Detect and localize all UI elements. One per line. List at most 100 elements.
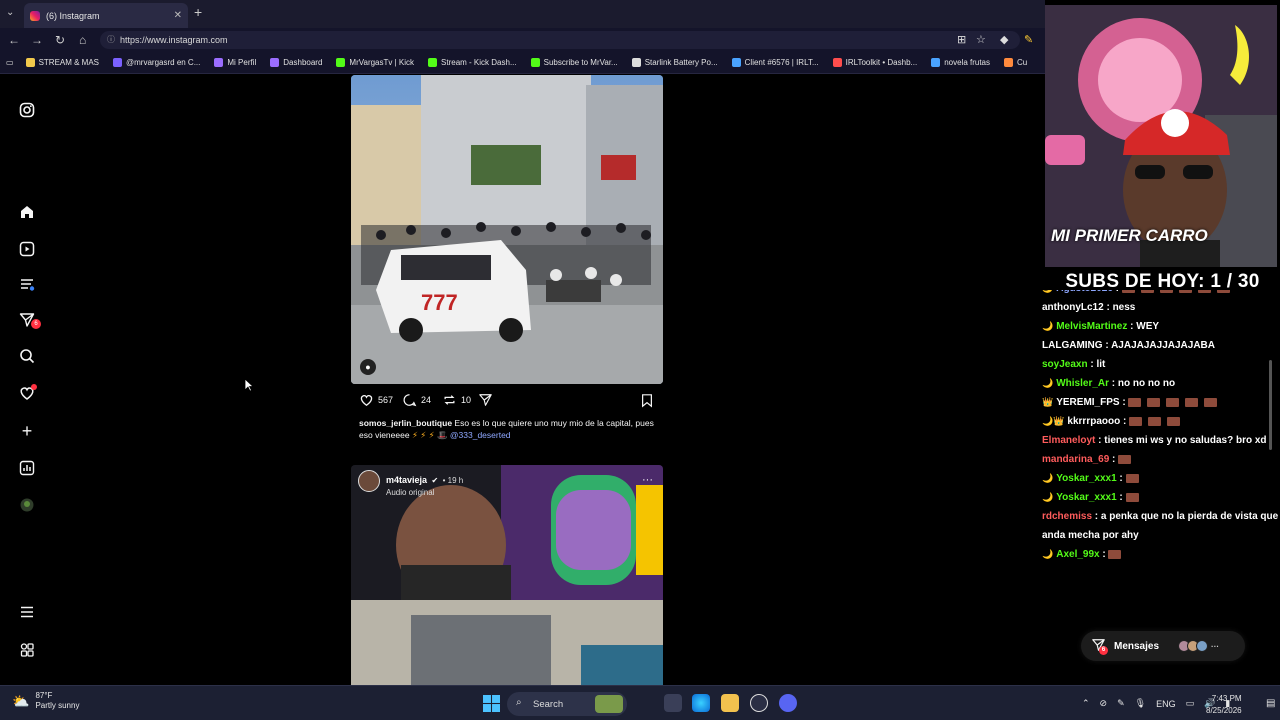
heart-icon[interactable] (18, 384, 37, 403)
notification-center-icon[interactable]: ▤ (1266, 698, 1275, 709)
bookmarks-sidebar-icon[interactable]: ▭ (6, 58, 14, 67)
chat-emote-icon (1167, 416, 1181, 426)
bookmark-favicon-icon (631, 58, 641, 67)
weather-widget[interactable]: ⛅ 87°F Partly sunny (12, 691, 79, 711)
post-image[interactable]: 777 ● (351, 75, 663, 384)
tab-list-chevron-icon[interactable]: ⌄ (6, 7, 14, 18)
bookmark-item[interactable]: Subscribe to MrVar... (530, 58, 618, 67)
chat-scrollbar[interactable] (1268, 300, 1274, 685)
edge-browser-icon[interactable] (692, 694, 710, 712)
extension-pen-icon[interactable]: ✎ (1024, 33, 1033, 46)
chat-emote-icon (1178, 290, 1192, 293)
obs-icon[interactable] (750, 694, 768, 712)
bookmark-item[interactable]: Stream - Kick Dash... (428, 58, 517, 67)
reload-icon[interactable]: ↻ (55, 33, 65, 47)
verified-badge-icon: ✔ (431, 476, 439, 485)
home-browser-icon[interactable]: ⌂ (79, 33, 86, 47)
chat-username: anthonyLc12 (1042, 302, 1104, 313)
extension-icon[interactable]: ◆ (1000, 33, 1008, 46)
address-bar[interactable]: ⓘ https://www.instagram.com (100, 31, 1020, 49)
repost-button[interactable]: 10 (442, 393, 471, 407)
bookmark-item[interactable]: Mi Perfil (214, 58, 256, 67)
feed-icon[interactable] (18, 276, 36, 294)
taskbar-clock[interactable]: 7:43 PM 8/25/2026 (1206, 693, 1242, 717)
bookmark-favicon-icon (25, 58, 35, 67)
like-button[interactable]: 567 (359, 393, 393, 407)
plus-icon[interactable]: + (18, 422, 36, 440)
partly-sunny-icon: ⛅ (12, 692, 30, 709)
bookmark-item[interactable]: Dashboard (270, 58, 322, 67)
share-button[interactable] (478, 393, 493, 407)
new-tab-plus-icon[interactable]: + (194, 4, 202, 20)
menu-icon[interactable] (18, 604, 36, 622)
reels-icon[interactable] (18, 241, 36, 259)
comment-button[interactable]: 24 (402, 393, 431, 407)
chat-text: WEY (1136, 321, 1160, 332)
search-icon[interactable] (18, 348, 36, 366)
chat-badge-icon: 🌙👑 (1042, 416, 1065, 426)
network-icon[interactable]: ▭ (1186, 698, 1195, 709)
bookmark-item[interactable]: STREAM & MAS (25, 58, 99, 67)
reader-mode-icon[interactable]: ⊞ (957, 33, 966, 46)
instagram-sidebar (0, 75, 54, 685)
chat-badge-icon: 🌙 (1042, 549, 1054, 559)
caption-author[interactable]: somos_jerlin_boutique (359, 418, 452, 428)
favorite-star-icon[interactable]: ☆ (976, 33, 986, 46)
audio-label[interactable]: Audio original (386, 488, 463, 497)
browser-tab-instagram[interactable]: (6) Instagram ✕ (24, 3, 188, 28)
taskbar-search[interactable]: ⌕ Search (507, 692, 627, 716)
direct-icon[interactable]: 6 (18, 312, 41, 330)
bookmark-label: Mi Perfil (227, 58, 257, 67)
chat-username: MelvisMartinez (1056, 321, 1128, 332)
bookmark-item[interactable]: Cu (1004, 58, 1027, 67)
chat-message: soyJeaxn : lit (1042, 359, 1106, 370)
task-view-icon[interactable] (664, 694, 682, 712)
file-explorer-icon[interactable] (721, 694, 739, 712)
reel-video[interactable] (351, 465, 663, 685)
discord-icon[interactable] (779, 694, 797, 712)
messages-pill-badge: 6 (1099, 645, 1108, 655)
avatar-icon[interactable] (18, 497, 36, 515)
chat-message: 🌙 Whisler_Ar : no no no no (1042, 378, 1176, 389)
more-options-icon[interactable]: ··· (642, 474, 653, 486)
home-icon[interactable] (18, 204, 36, 222)
taskbar-search-label: Search (533, 698, 564, 710)
author-name[interactable]: m4tavieja (386, 475, 427, 485)
chat-emote-icon (1129, 416, 1143, 426)
apps-icon[interactable] (18, 642, 36, 660)
messages-pill[interactable]: 6 Mensajes ··· (1081, 631, 1245, 661)
bookmark-item[interactable]: Starlink Battery Po... (631, 58, 718, 67)
tab-close-icon[interactable]: ✕ (174, 10, 182, 21)
chat-emote-icon (1197, 290, 1211, 293)
tray-pen-icon[interactable]: ✎ (1117, 698, 1125, 709)
bookmark-label: Dashboard (283, 58, 323, 67)
chart-icon[interactable] (18, 460, 36, 478)
windows-start-icon[interactable] (483, 695, 500, 717)
post-caption: somos_jerlin_boutique Eso es lo que quie… (359, 417, 659, 441)
bookmark-item[interactable]: IRLToolkit • Dashb... (832, 58, 917, 67)
bookmark-item[interactable]: Client #6576 | IRLT... (731, 58, 819, 67)
instagram-icon[interactable] (18, 102, 36, 120)
chat-emote-icon (1125, 473, 1139, 483)
repost-icon (444, 395, 455, 405)
tagged-user-icon[interactable]: ● (360, 359, 376, 375)
forward-arrow-icon[interactable]: → (31, 33, 43, 47)
site-info-icon[interactable]: ⓘ (107, 34, 115, 45)
microphone-icon[interactable]: 🎙 (1135, 698, 1146, 709)
bookmark-item[interactable]: @mrvargasrd en C... (113, 58, 200, 67)
bookmark-item[interactable]: novela frutas (931, 58, 990, 67)
chat-emote-icon (1159, 290, 1173, 293)
mouse-cursor-icon (244, 378, 255, 397)
back-arrow-icon[interactable]: ← (8, 33, 20, 47)
save-button[interactable] (640, 393, 654, 408)
chat-emote-icon (1148, 416, 1162, 426)
chat-emote-icon (1118, 454, 1132, 464)
chat-emote-icon (1204, 397, 1218, 407)
repost-count: 10 (461, 395, 472, 405)
tray-chevron-icon[interactable]: ⌃ (1082, 698, 1090, 709)
tray-app-icon[interactable]: ⊘ (1100, 698, 1108, 709)
caption-mention[interactable]: @333_deserted (450, 430, 511, 440)
bookmark-item[interactable]: MrVargasTv | Kick (336, 58, 414, 67)
language-indicator[interactable]: ENG (1156, 699, 1176, 709)
author-avatar[interactable] (358, 470, 380, 492)
